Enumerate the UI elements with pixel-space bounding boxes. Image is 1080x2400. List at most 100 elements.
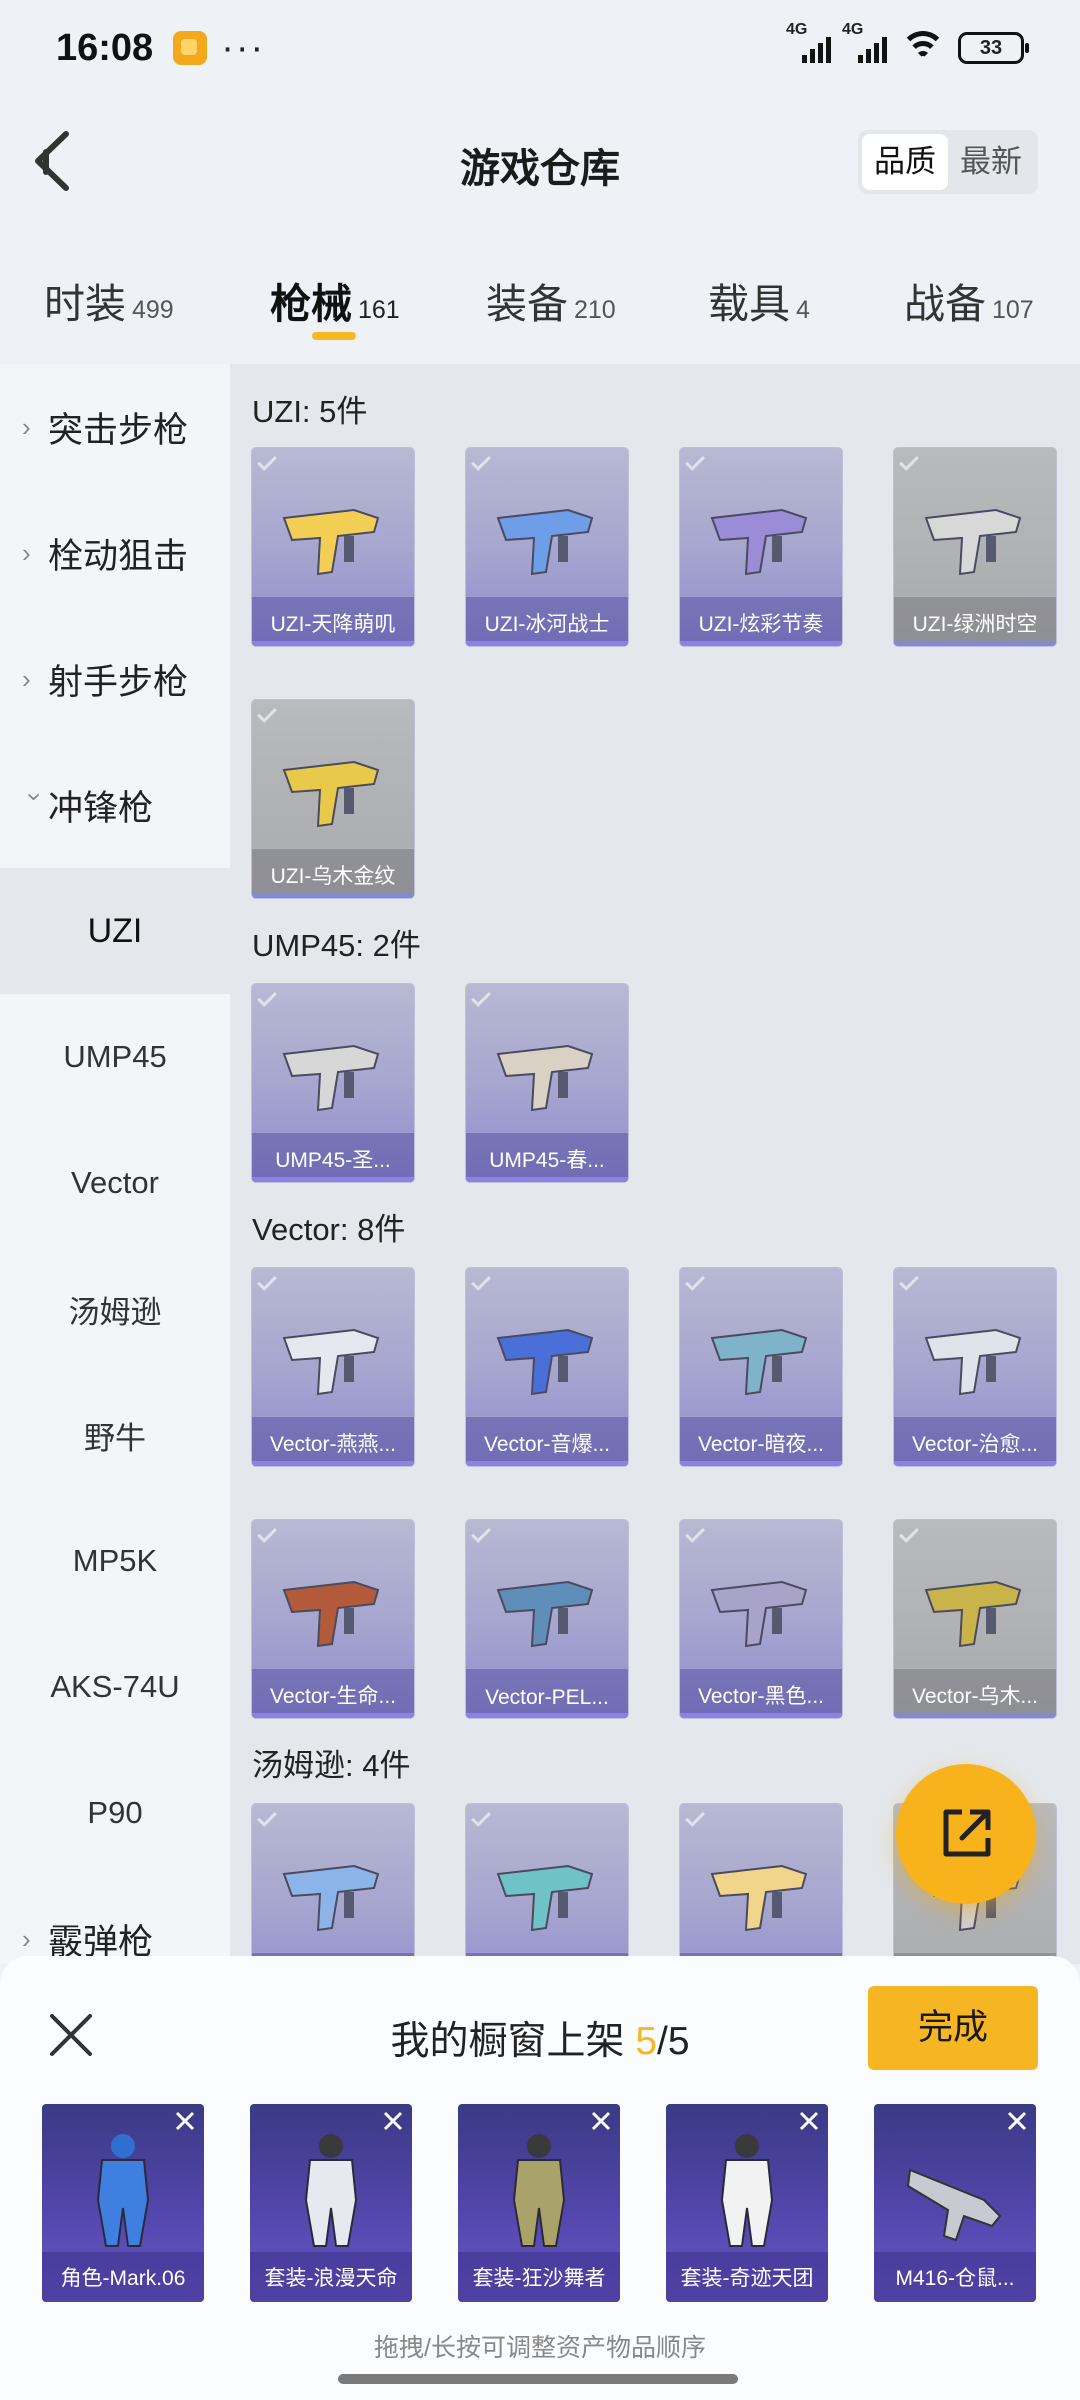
reorder-hint: 拖拽/长按可调整资产物品顺序 <box>374 2334 706 2362</box>
weapon-card[interactable]: UZI-冰河战士 <box>466 448 628 646</box>
weapon-thumbnail-icon <box>710 1864 808 1932</box>
weapon-thumbnail-icon <box>496 508 594 576</box>
showcase-item-thumbnail-icon <box>906 2168 1002 2242</box>
status-time: 16:08 <box>56 26 154 69</box>
weapon-thumbnail-icon <box>710 1328 808 1396</box>
weapon-thumbnail-icon <box>282 1328 380 1396</box>
weapon-card[interactable]: Vector-PEL... <box>466 1520 628 1718</box>
sidebar-item-p90[interactable]: P90 <box>0 1750 230 1876</box>
active-tab-indicator <box>312 332 356 340</box>
sidebar-item-aks74u[interactable]: AKS-74U <box>0 1624 230 1750</box>
showcase-item-name: 套装-奇迹天团 <box>680 2267 814 2290</box>
weapon-card[interactable]: Vector-生命... <box>252 1520 414 1718</box>
battery-icon: 33 <box>958 32 1029 64</box>
sidebar-item-vector[interactable]: Vector <box>0 1120 230 1246</box>
category-tabs: 时装 499 枪械 161 装备 210 载具 4 战备 107 <box>0 240 1080 350</box>
showcase-item-card[interactable]: M416-仓鼠... <box>874 2104 1036 2302</box>
checkmark-icon <box>685 451 705 471</box>
checkmark-icon <box>257 1523 277 1543</box>
tab-tactical[interactable]: 战备 107 <box>904 240 1034 340</box>
weapon-thumbnail-icon <box>282 1044 380 1112</box>
section-title-vector: Vector: 8件 <box>252 1212 406 1247</box>
weapon-card[interactable]: UZI-炫彩节奏 <box>680 448 842 646</box>
weapon-card[interactable] <box>680 1804 842 1964</box>
signal-icon: 4G <box>786 21 832 63</box>
weapon-card[interactable]: Vector-治愈... <box>894 1268 1056 1466</box>
checkmark-icon <box>685 1271 705 1291</box>
weapon-thumbnail-icon <box>924 508 1022 576</box>
weapon-card[interactable]: Vector-乌木... <box>894 1520 1056 1718</box>
remove-icon[interactable] <box>1006 2110 1028 2132</box>
weapon-card[interactable]: Vector-暗夜... <box>680 1268 842 1466</box>
weapon-card[interactable]: UMP45-圣... <box>252 984 414 1182</box>
weapon-card[interactable] <box>252 1804 414 1964</box>
tab-equipment[interactable]: 装备 210 <box>486 240 616 340</box>
weapon-name: Vector-暗夜... <box>697 1433 825 1456</box>
checkmark-icon <box>257 1807 277 1827</box>
checkmark-icon <box>257 987 277 1007</box>
sidebar-item-mp5k[interactable]: MP5K <box>0 1498 230 1624</box>
rarity-strip <box>252 641 414 646</box>
weapon-thumbnail-icon <box>496 1580 594 1648</box>
more-notifications-icon: ··· <box>221 26 266 69</box>
rarity-strip <box>466 1713 628 1718</box>
checkmark-icon <box>899 451 919 471</box>
weapon-card[interactable]: UZI-绿洲时空 <box>894 448 1056 646</box>
weapon-card[interactable]: Vector-音爆... <box>466 1268 628 1466</box>
sidebar-group-marksman[interactable]: › 射手步枪 <box>0 616 230 742</box>
weapon-card[interactable] <box>466 1804 628 1964</box>
sidebar-item-bizon[interactable]: 野牛 <box>0 1372 230 1498</box>
chevron-down-icon: › <box>20 792 51 801</box>
weapon-card[interactable]: Vector-燕燕... <box>252 1268 414 1466</box>
remove-icon[interactable] <box>174 2110 196 2132</box>
tab-weapons[interactable]: 枪械 161 <box>270 240 400 340</box>
rarity-strip <box>680 641 842 646</box>
checkmark-icon <box>471 1271 491 1291</box>
home-indicator[interactable] <box>338 2374 738 2384</box>
section-title-thompson: 汤姆逊: 4件 <box>252 1748 411 1783</box>
tab-vehicles[interactable]: 载具 4 <box>708 240 810 340</box>
sidebar-group-smg[interactable]: › 冲锋枪 <box>0 742 230 868</box>
rarity-strip <box>680 1713 842 1718</box>
rarity-strip <box>252 1461 414 1466</box>
section-title-uzi: UZI: 5件 <box>252 394 368 429</box>
tab-fashion[interactable]: 时装 499 <box>44 240 174 340</box>
rarity-strip <box>680 1461 842 1466</box>
showcase-item-card[interactable]: 套装-奇迹天团 <box>666 2104 828 2302</box>
weapon-card[interactable]: Vector-黑色... <box>680 1520 842 1718</box>
sidebar-item-uzi[interactable]: UZI <box>0 868 230 994</box>
weapon-grid: UZI: 5件 UMP45: 2件 Vector: 8件 汤姆逊: 4件 UZI… <box>230 364 1080 1964</box>
sort-toggle[interactable]: 品质 最新 <box>858 130 1038 194</box>
done-button[interactable]: 完成 <box>868 1986 1038 2070</box>
checkmark-icon <box>257 1271 277 1291</box>
weapon-name: Vector-黑色... <box>697 1685 825 1708</box>
remove-icon[interactable] <box>382 2110 404 2132</box>
wifi-icon <box>900 31 946 65</box>
weapon-thumbnail-icon <box>496 1328 594 1396</box>
showcase-item-card[interactable]: 套装-狂沙舞者 <box>458 2104 620 2302</box>
sort-option-newest[interactable]: 最新 <box>948 134 1034 190</box>
sidebar-group-bolt-sniper[interactable]: › 栓动狙击 <box>0 490 230 616</box>
weapon-card[interactable]: UZI-天降萌叽 <box>252 448 414 646</box>
status-indicators: 4G 4G 33 <box>786 21 1029 65</box>
remove-icon[interactable] <box>798 2110 820 2132</box>
rarity-strip <box>894 1461 1056 1466</box>
remove-icon[interactable] <box>590 2110 612 2132</box>
chevron-right-icon: › <box>22 663 31 694</box>
weapon-thumbnail-icon <box>282 760 380 828</box>
sidebar-group-assault-rifle[interactable]: › 突击步枪 <box>0 364 230 490</box>
share-button[interactable] <box>896 1764 1036 1904</box>
weapon-card[interactable]: UMP45-春... <box>466 984 628 1182</box>
sidebar-item-ump45[interactable]: UMP45 <box>0 994 230 1120</box>
sort-option-quality[interactable]: 品质 <box>862 134 948 190</box>
weapon-thumbnail-icon <box>924 1328 1022 1396</box>
weapon-thumbnail-icon <box>282 1864 380 1932</box>
checkmark-icon <box>899 1271 919 1291</box>
showcase-item-card[interactable]: 角色-Mark.06 <box>42 2104 204 2302</box>
showcase-item-thumbnail-icon <box>96 2134 150 2247</box>
weapon-card[interactable]: UZI-乌木金纹 <box>252 700 414 898</box>
weapon-name: UMP45-春... <box>489 1149 605 1172</box>
showcase-item-card[interactable]: 套装-浪漫天命 <box>250 2104 412 2302</box>
weapon-name: UZI-绿洲时空 <box>912 613 1038 636</box>
sidebar-item-thompson[interactable]: 汤姆逊 <box>0 1246 230 1372</box>
